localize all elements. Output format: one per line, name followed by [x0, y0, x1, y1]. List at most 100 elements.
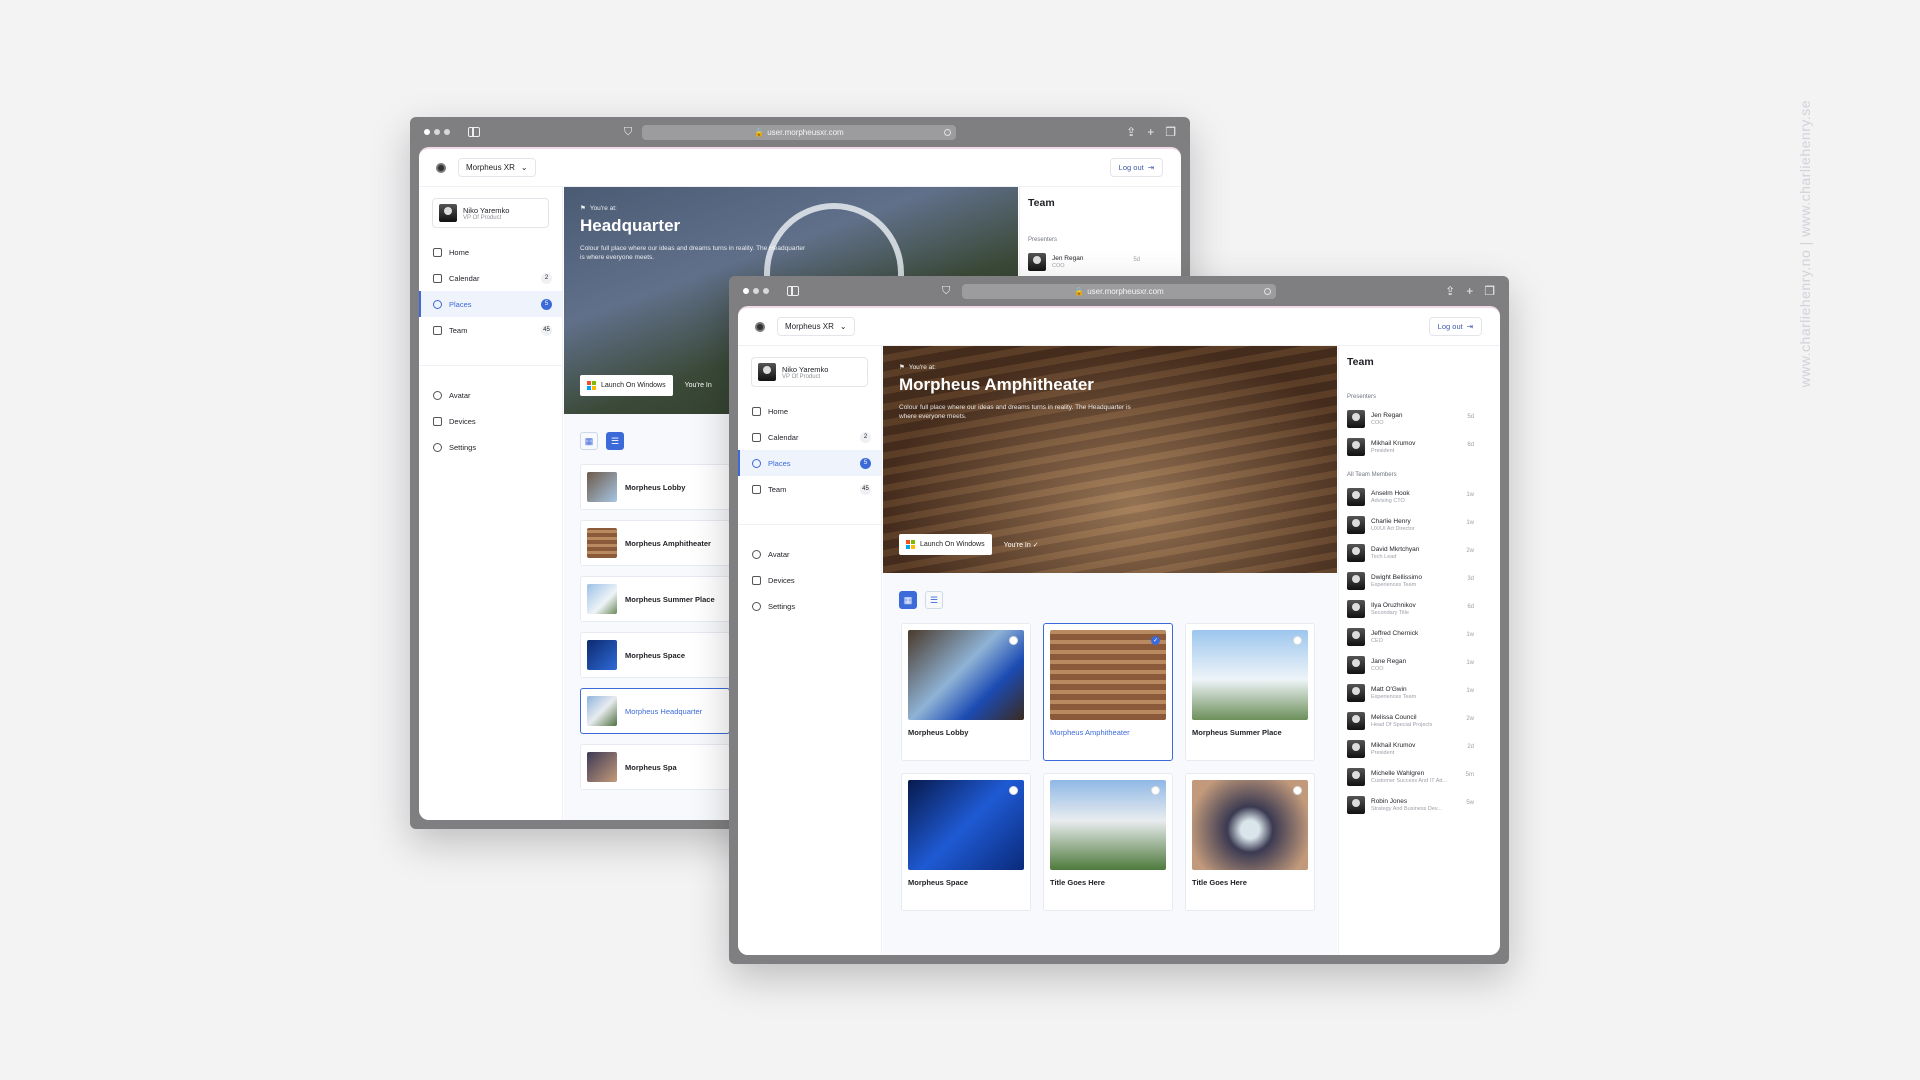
place-card[interactable]: ✓ Morpheus Amphitheater — [1043, 623, 1173, 761]
select-radio[interactable] — [1009, 786, 1018, 795]
reload-icon[interactable] — [944, 129, 951, 136]
sidebar-item-home[interactable]: Home — [738, 398, 881, 424]
list-item[interactable]: Morpheus Spa — [580, 744, 730, 790]
logout-button[interactable]: Log out ⇥ — [1109, 158, 1163, 177]
select-radio[interactable] — [1293, 636, 1302, 645]
user-card[interactable]: Niko Yaremko VP Of Product — [751, 357, 868, 387]
place-card[interactable]: Morpheus Space — [901, 773, 1031, 911]
launch-windows-button[interactable]: Launch On Windows — [580, 375, 673, 396]
share-icon[interactable]: ⇪ — [1126, 126, 1136, 138]
reload-icon[interactable] — [1264, 288, 1271, 295]
sidebar-item-avatar[interactable]: Avatar — [419, 382, 562, 408]
org-selector-label: Morpheus XR — [466, 163, 515, 172]
team-member[interactable]: Jen Regan COO 5d — [1347, 409, 1474, 428]
team-member[interactable]: Jane Regan COO 1w — [1347, 655, 1474, 674]
check-icon[interactable]: ✓ — [1151, 636, 1160, 645]
list-view-icon[interactable]: ☰ — [606, 432, 624, 450]
team-panel: Team Presenters Jen Regan COO 5d — [1019, 187, 1181, 277]
team-member[interactable]: Charlie Henry UX/UI Art Director 1w — [1347, 515, 1474, 534]
sidebar-item-devices[interactable]: Devices — [738, 567, 881, 593]
select-radio[interactable] — [1293, 786, 1302, 795]
list-item[interactable]: Morpheus Headquarter — [580, 688, 730, 734]
count-badge: 45 — [541, 324, 552, 336]
sidebar-item-label: Calendar — [768, 432, 799, 442]
list-item[interactable]: Morpheus Space — [580, 632, 730, 678]
member-time: 6d — [1467, 442, 1474, 448]
place-card[interactable]: Morpheus Summer Place — [1185, 623, 1315, 761]
shield-icon[interactable]: ⛉ — [624, 126, 632, 139]
team-member[interactable]: David Mkrtchyan Tech Lead 2w — [1347, 543, 1474, 562]
places-grid-view: ▦ ☰ Morpheus Lobby ✓ Morpheus Amphitheater… — [883, 573, 1337, 955]
tabs-icon[interactable]: ❐ — [1165, 126, 1176, 138]
new-tab-icon[interactable]: + — [1466, 285, 1473, 297]
app-logo[interactable] — [755, 321, 765, 332]
you-are-at-label: You're at: — [908, 363, 936, 371]
org-selector[interactable]: Morpheus XR ⌄ — [458, 158, 536, 177]
sidebar-item-label: Home — [449, 247, 470, 257]
member-name: David Mkrtchyan — [1371, 545, 1420, 553]
team-member[interactable]: Dwight Bellissimo Experiences Team 3d — [1347, 571, 1474, 590]
avatar — [1347, 795, 1365, 814]
list-item[interactable]: Morpheus Summer Place — [580, 576, 730, 622]
place-card[interactable]: Title Goes Here — [1043, 773, 1173, 911]
team-member[interactable]: Jen Regan COO 5d — [1028, 252, 1140, 271]
place-image — [1192, 780, 1308, 870]
sidebar-item-places[interactable]: Places 5 — [419, 291, 562, 317]
tabs-icon[interactable]: ❐ — [1484, 285, 1495, 297]
sidebar-item-calendar[interactable]: Calendar 2 — [738, 424, 881, 450]
avatar — [1347, 655, 1365, 674]
sidebar-item-devices[interactable]: Devices — [419, 408, 562, 434]
user-name: Niko Yaremko — [463, 205, 510, 215]
member-role: Experiences Team — [1371, 693, 1417, 700]
team-member[interactable]: Jeffred Chernick CEO 1w — [1347, 627, 1474, 646]
sidebar-toggle-icon[interactable] — [787, 286, 799, 296]
place-thumbnail — [587, 752, 617, 782]
presenters-label: Presenters — [1028, 237, 1058, 243]
team-member[interactable]: Mikhail Krumov President 2d — [1347, 739, 1474, 758]
place-name: Title Goes Here — [1192, 878, 1247, 887]
sidebar-item-calendar[interactable]: Calendar 2 — [419, 265, 562, 291]
select-radio[interactable] — [1151, 786, 1160, 795]
sidebar-item-team[interactable]: Team 45 — [738, 476, 881, 502]
select-radio[interactable] — [1009, 636, 1018, 645]
place-card[interactable]: Title Goes Here — [1185, 773, 1315, 911]
list-view-icon[interactable]: ☰ — [925, 591, 943, 609]
devices-icon — [433, 416, 442, 426]
address-bar[interactable]: 🔒 user.morpheusxr.com — [642, 125, 956, 140]
sidebar-item-team[interactable]: Team 45 — [419, 317, 562, 343]
launch-windows-button[interactable]: Launch On Windows — [899, 534, 992, 555]
sidebar-item-avatar[interactable]: Avatar — [738, 541, 881, 567]
place-thumbnail — [587, 640, 617, 670]
new-tab-icon[interactable]: + — [1147, 126, 1154, 138]
window-controls[interactable] — [743, 288, 769, 294]
list-item[interactable]: Morpheus Lobby — [580, 464, 730, 510]
address-bar[interactable]: 🔒 user.morpheusxr.com — [962, 284, 1276, 299]
team-member[interactable]: Robin Jones Strategy And Business Dev... 5… — [1347, 795, 1474, 814]
logout-icon: ⇥ — [1466, 322, 1473, 331]
avatar — [1347, 767, 1365, 786]
sidebar-toggle-icon[interactable] — [468, 127, 480, 137]
avatar — [1347, 515, 1365, 534]
app-logo[interactable] — [436, 162, 446, 173]
team-member[interactable]: Matt O'Gwin Experiences Team 1w — [1347, 683, 1474, 702]
sidebar-item-label: Devices — [768, 575, 795, 585]
sidebar-item-places[interactable]: Places 5 — [738, 450, 881, 476]
team-member[interactable]: Melissa Council Head Of Special Projects 2… — [1347, 711, 1474, 730]
list-item[interactable]: Morpheus Amphitheater — [580, 520, 730, 566]
share-icon[interactable]: ⇪ — [1445, 285, 1455, 297]
place-card[interactable]: Morpheus Lobby — [901, 623, 1031, 761]
grid-view-icon[interactable]: ▦ — [580, 432, 598, 450]
window-controls[interactable] — [424, 129, 450, 135]
sidebar-item-home[interactable]: Home — [419, 239, 562, 265]
team-member[interactable]: Ilya Oruzhnikov Secondary Title 6d — [1347, 599, 1474, 618]
team-member[interactable]: Anselm Hook Advising CTO 1w — [1347, 487, 1474, 506]
shield-icon[interactable]: ⛉ — [942, 285, 950, 298]
team-member[interactable]: Mikhail Krumov President 6d — [1347, 437, 1474, 456]
sidebar-item-settings[interactable]: Settings — [738, 593, 881, 619]
user-card[interactable]: Niko Yaremko VP Of Product — [432, 198, 549, 228]
grid-view-icon[interactable]: ▦ — [899, 591, 917, 609]
sidebar-item-settings[interactable]: Settings — [419, 434, 562, 460]
team-member[interactable]: Michelle Wahlgren Customer Success And IT… — [1347, 767, 1474, 786]
org-selector[interactable]: Morpheus XR ⌄ — [777, 317, 855, 336]
logout-button[interactable]: Log out ⇥ — [1428, 317, 1482, 336]
